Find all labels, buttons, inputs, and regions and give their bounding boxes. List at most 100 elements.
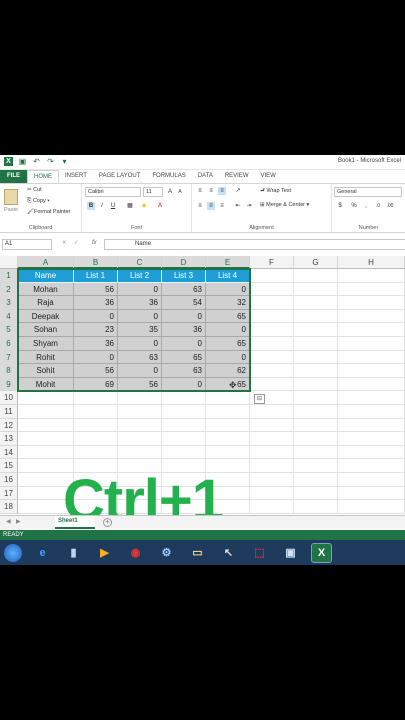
column-header-c[interactable]: C <box>118 256 162 269</box>
pdf-reader-icon[interactable]: ⬚ <box>249 543 270 563</box>
wrap-text-button[interactable]: ⮐ Wrap Text <box>260 187 291 196</box>
currency-icon[interactable]: $ <box>336 202 344 210</box>
italic-button[interactable]: I <box>98 202 106 210</box>
value-cell[interactable]: 63 <box>118 350 162 365</box>
name-cell[interactable]: Deepak <box>18 309 74 324</box>
increase-indent-icon[interactable]: ⇥ <box>245 202 253 210</box>
value-cell[interactable]: 36 <box>162 323 206 337</box>
align-right-icon[interactable]: ≡ <box>218 202 226 210</box>
empty-cell[interactable] <box>250 405 294 419</box>
column-header-e[interactable]: E <box>206 256 250 269</box>
align-bottom-icon[interactable]: ≡ <box>218 187 226 195</box>
row-header-3[interactable]: 3 <box>0 296 18 310</box>
value-cell[interactable]: 65 <box>206 309 250 324</box>
empty-cell[interactable] <box>18 418 74 433</box>
row-header-2[interactable]: 2 <box>0 282 18 297</box>
empty-cell[interactable] <box>250 350 294 365</box>
media-player-icon[interactable]: ▶ <box>94 543 115 563</box>
increase-font-icon[interactable]: A <box>166 188 174 196</box>
row-header-1[interactable]: 1 <box>0 269 18 283</box>
value-cell[interactable]: 36 <box>118 296 162 310</box>
row-header-14[interactable]: 14 <box>0 445 18 460</box>
empty-cell[interactable] <box>250 432 294 446</box>
format-painter-button[interactable]: 🖌Format Painter <box>27 209 70 215</box>
tab-data[interactable]: DATA <box>192 170 219 183</box>
increase-decimal-icon[interactable]: .0 <box>374 202 382 210</box>
font-name-select[interactable]: Calibri <box>85 187 141 197</box>
empty-cell[interactable] <box>74 432 118 446</box>
row-header-6[interactable]: 6 <box>0 337 18 351</box>
empty-cell[interactable] <box>294 337 338 351</box>
align-center-icon[interactable]: ≡ <box>207 202 215 210</box>
comma-style-icon[interactable]: , <box>362 202 370 210</box>
next-sheet-icon[interactable]: ▶ <box>16 518 21 525</box>
align-left-icon[interactable]: ≡ <box>196 202 204 210</box>
empty-cell[interactable] <box>338 445 405 460</box>
value-cell[interactable]: 36 <box>74 337 118 351</box>
value-cell[interactable]: 0 <box>74 309 118 324</box>
column-header-a[interactable]: A <box>18 256 74 269</box>
empty-cell[interactable] <box>338 377 405 392</box>
name-cell[interactable]: Raja <box>18 296 74 310</box>
name-cell[interactable]: Mohan <box>18 282 74 297</box>
name-cell[interactable]: Shyam <box>18 337 74 351</box>
name-box[interactable]: A1 <box>2 239 52 250</box>
empty-cell[interactable] <box>294 445 338 460</box>
empty-cell[interactable] <box>338 391 405 405</box>
fill-color-icon[interactable]: ◈ <box>140 202 148 210</box>
name-cell[interactable]: Mohit <box>18 377 74 392</box>
empty-cell[interactable] <box>250 473 294 487</box>
empty-cell[interactable] <box>250 296 294 310</box>
row-header-15[interactable]: 15 <box>0 459 18 473</box>
header-cell[interactable]: List 4 <box>206 269 250 283</box>
empty-cell[interactable] <box>250 418 294 433</box>
value-cell[interactable]: 32 <box>206 296 250 310</box>
decrease-indent-icon[interactable]: ⇤ <box>234 202 242 210</box>
value-cell[interactable]: 65 <box>206 377 250 392</box>
empty-cell[interactable] <box>162 445 206 460</box>
empty-cell[interactable] <box>338 459 405 473</box>
tab-view[interactable]: VIEW <box>255 170 282 183</box>
empty-cell[interactable] <box>338 473 405 487</box>
sheet-tab-sheet1[interactable]: Sheet1 <box>55 516 95 529</box>
header-cell[interactable]: List 2 <box>118 269 162 283</box>
value-cell[interactable]: 0 <box>162 377 206 392</box>
empty-cell[interactable] <box>338 323 405 337</box>
empty-cell[interactable] <box>18 391 74 405</box>
empty-cell[interactable] <box>206 432 250 446</box>
empty-cell[interactable] <box>294 391 338 405</box>
empty-cell[interactable] <box>294 323 338 337</box>
empty-cell[interactable] <box>118 445 162 460</box>
select-all-corner[interactable] <box>0 256 18 269</box>
empty-cell[interactable] <box>294 432 338 446</box>
merge-center-button[interactable]: ⊞ Merge & Center ▾ <box>260 202 309 208</box>
align-top-icon[interactable]: ≡ <box>196 187 204 195</box>
row-header-4[interactable]: 4 <box>0 309 18 324</box>
cursor-app-icon[interactable]: ↖ <box>218 543 239 563</box>
value-cell[interactable]: 0 <box>118 337 162 351</box>
empty-cell[interactable] <box>338 500 405 514</box>
value-cell[interactable]: 0 <box>118 282 162 297</box>
name-cell[interactable]: Sohit <box>18 364 74 378</box>
empty-cell[interactable] <box>162 432 206 446</box>
value-cell[interactable]: 65 <box>162 350 206 365</box>
empty-cell[interactable] <box>118 432 162 446</box>
column-header-f[interactable]: F <box>250 256 294 269</box>
monitor-icon[interactable]: ▣ <box>280 543 301 563</box>
value-cell[interactable]: 0 <box>74 350 118 365</box>
column-header-b[interactable]: B <box>74 256 118 269</box>
empty-cell[interactable] <box>250 337 294 351</box>
value-cell[interactable]: 35 <box>118 323 162 337</box>
empty-cell[interactable] <box>162 418 206 433</box>
value-cell[interactable]: 62 <box>206 364 250 378</box>
empty-cell[interactable] <box>250 364 294 378</box>
empty-cell[interactable] <box>294 309 338 324</box>
percent-icon[interactable]: % <box>350 202 358 210</box>
decrease-font-icon[interactable]: A <box>176 188 184 196</box>
paste-icon[interactable] <box>4 189 18 205</box>
value-cell[interactable]: 63 <box>162 364 206 378</box>
bold-button[interactable]: B <box>87 202 95 210</box>
start-orb-icon[interactable] <box>4 543 22 562</box>
empty-cell[interactable] <box>338 269 405 283</box>
empty-cell[interactable] <box>294 282 338 297</box>
